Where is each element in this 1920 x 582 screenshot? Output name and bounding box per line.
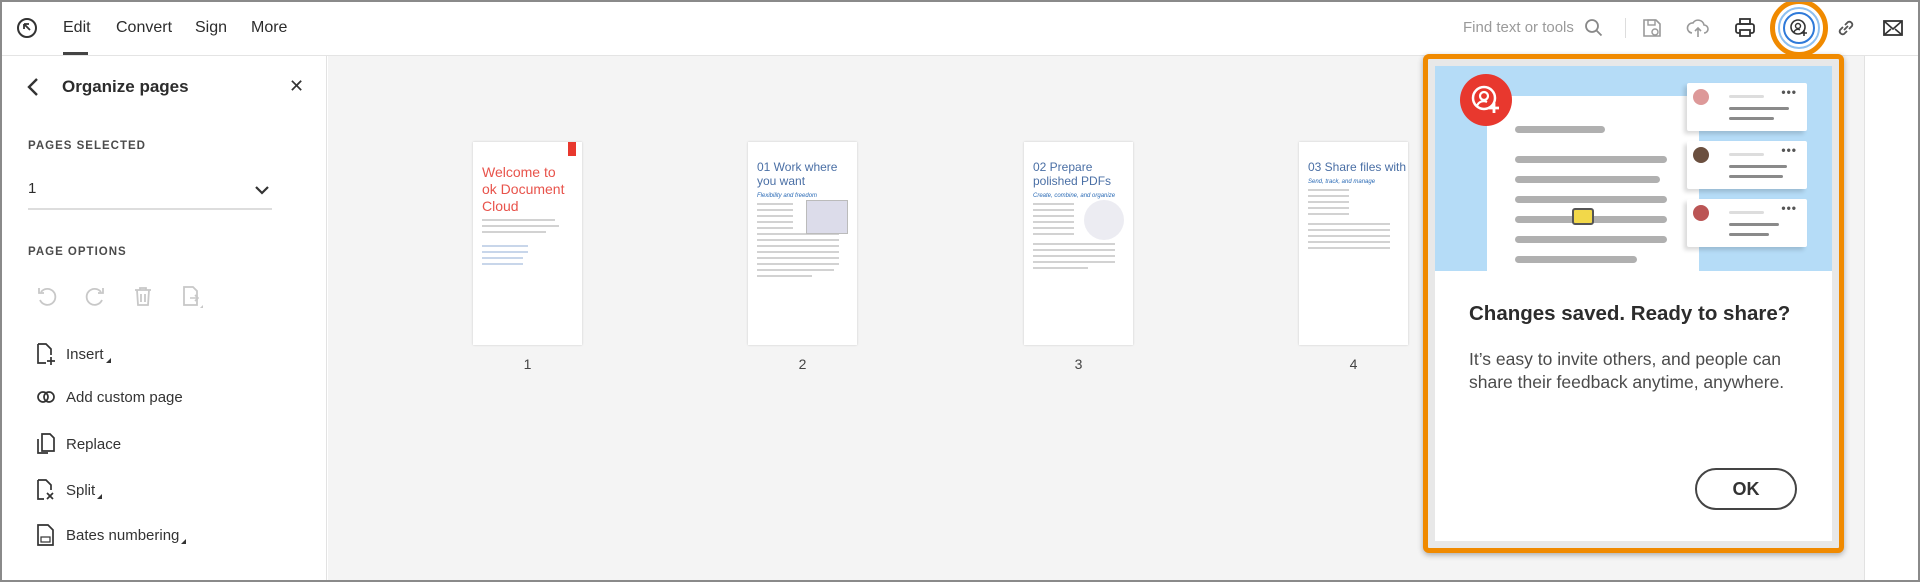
adobe-logo-icon bbox=[568, 142, 576, 156]
replace-page-icon bbox=[37, 433, 55, 454]
replace-option[interactable]: Replace bbox=[36, 432, 121, 456]
delete-icon[interactable] bbox=[132, 285, 154, 312]
split-page-icon bbox=[37, 479, 54, 500]
chevron-down-icon bbox=[255, 186, 269, 195]
popup-title: Changes saved. Ready to share? bbox=[1469, 302, 1791, 325]
page-thumbnail-1[interactable]: Welcome to ok Document Cloud bbox=[473, 142, 582, 345]
back-button[interactable] bbox=[26, 76, 40, 103]
page-title: 03 Share files with others bbox=[1308, 160, 1408, 174]
page-thumbnail-2[interactable]: 01 Work where you want Flexibility and f… bbox=[748, 142, 857, 345]
tab-more[interactable]: More bbox=[251, 19, 287, 37]
search-input[interactable]: Find text or tools bbox=[1463, 19, 1574, 36]
page-number: 2 bbox=[798, 356, 807, 372]
top-toolbar: Edit Convert Sign More Find text or tool… bbox=[0, 0, 1920, 57]
insert-label: Insert bbox=[66, 345, 104, 363]
active-tab-indicator bbox=[63, 52, 88, 55]
rotate-right-icon[interactable] bbox=[84, 286, 106, 313]
chevron-left-icon bbox=[27, 78, 38, 96]
page-thumbnail-3[interactable]: 02 Prepare polished PDFs Create, combine… bbox=[1024, 142, 1133, 345]
tab-convert[interactable]: Convert bbox=[116, 19, 172, 37]
page-subtitle: Flexibility and freedom bbox=[757, 193, 818, 199]
add-custom-page-option[interactable]: Add custom page bbox=[36, 387, 183, 407]
insert-page-icon bbox=[37, 343, 55, 365]
right-panel bbox=[1864, 56, 1920, 582]
tab-edit[interactable]: Edit bbox=[63, 19, 91, 37]
panel-title: Organize pages bbox=[62, 77, 189, 96]
extract-icon[interactable] bbox=[181, 285, 205, 314]
ok-button[interactable]: OK bbox=[1695, 468, 1797, 510]
search-icon[interactable] bbox=[1580, 14, 1608, 42]
page-number: 4 bbox=[1349, 356, 1358, 372]
page-options-label: PAGE OPTIONS bbox=[28, 246, 127, 258]
upload-icon[interactable] bbox=[1684, 14, 1712, 42]
replace-label: Replace bbox=[66, 435, 122, 453]
split-option[interactable]: Split bbox=[36, 478, 103, 502]
split-label: Split bbox=[66, 481, 96, 499]
page-title: Welcome to ok Document Cloud bbox=[482, 164, 565, 214]
submenu-indicator-icon bbox=[97, 493, 103, 499]
page-number: 3 bbox=[1074, 356, 1083, 372]
share-button[interactable] bbox=[1770, 0, 1828, 57]
comment-icon bbox=[1572, 208, 1594, 225]
add-custom-page-label: Add custom page bbox=[66, 388, 183, 406]
page-number: 1 bbox=[523, 356, 532, 372]
save-cloud-icon[interactable] bbox=[1638, 14, 1666, 42]
pages-selected-dropdown[interactable]: 1 bbox=[28, 174, 272, 210]
pages-selected-value: 1 bbox=[28, 180, 37, 197]
share-icon bbox=[1783, 12, 1815, 44]
organize-pages-panel: Organize pages ✕ PAGES SELECTED 1 PAGE O… bbox=[0, 56, 327, 582]
page-subtitle: Send, track, and manage bbox=[1308, 179, 1376, 185]
mail-icon[interactable] bbox=[1879, 14, 1907, 42]
pages-selected-label: PAGES SELECTED bbox=[28, 140, 146, 152]
share-illustration: ••• ••• ••• bbox=[1435, 66, 1832, 271]
bates-numbering-label: Bates numbering bbox=[66, 526, 180, 544]
pdf-illustration bbox=[1084, 200, 1124, 240]
print-icon[interactable] bbox=[1731, 14, 1759, 42]
submenu-indicator-icon bbox=[105, 357, 111, 363]
bates-numbering-icon bbox=[37, 524, 54, 546]
tab-sign[interactable]: Sign bbox=[195, 19, 227, 37]
rotate-left-icon[interactable] bbox=[36, 286, 58, 313]
close-icon[interactable]: ✕ bbox=[289, 76, 304, 97]
share-coachmark-popup: ••• ••• ••• Changes saved. Ready to shar… bbox=[1423, 54, 1844, 553]
submenu-indicator-icon bbox=[181, 538, 187, 544]
share-badge-icon bbox=[1460, 74, 1512, 126]
home-icon[interactable] bbox=[13, 14, 41, 42]
toolbar-divider bbox=[1625, 18, 1626, 38]
page-thumbnail-4[interactable]: 03 Share files with others Send, track, … bbox=[1299, 142, 1408, 345]
page-title: 01 Work where you want bbox=[757, 160, 838, 188]
page-subtitle: Create, combine, and organize bbox=[1033, 193, 1116, 199]
devices-illustration bbox=[806, 200, 848, 234]
page-title: 02 Prepare polished PDFs bbox=[1033, 160, 1112, 188]
custom-page-icon bbox=[37, 391, 55, 403]
link-icon[interactable] bbox=[1832, 14, 1860, 42]
insert-option[interactable]: Insert bbox=[36, 342, 111, 366]
bates-numbering-option[interactable]: Bates numbering bbox=[36, 523, 187, 547]
popup-body: It’s easy to invite others, and people c… bbox=[1469, 349, 1785, 392]
